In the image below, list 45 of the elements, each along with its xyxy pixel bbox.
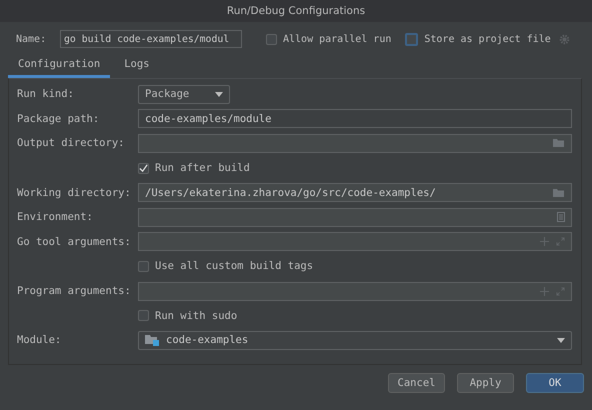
input-field[interactable] — [138, 232, 572, 252]
checkbox[interactable] — [266, 34, 277, 44]
input-field[interactable] — [138, 134, 572, 153]
checkbox[interactable] — [138, 310, 149, 322]
folder-icon[interactable] — [553, 188, 565, 198]
module-dropdown[interactable]: code-examples — [138, 330, 572, 350]
settings-icon[interactable] — [558, 34, 570, 44]
field-label: Output directory: — [17, 137, 126, 150]
field-label: Working directory: — [17, 186, 132, 199]
run-kind-dropdown[interactable]: Package — [138, 84, 230, 104]
document-icon[interactable] — [557, 212, 565, 222]
expand-icon[interactable] — [556, 237, 565, 246]
field-label: Go tool arguments: — [17, 236, 132, 248]
checkbox[interactable] — [405, 32, 418, 46]
input-field[interactable] — [138, 282, 572, 301]
tab[interactable]: Logs — [114, 55, 160, 78]
checkbox-label: Store as project file — [424, 34, 551, 44]
input-field[interactable]: code-examples/module — [138, 109, 572, 128]
folder-icon[interactable] — [553, 138, 565, 148]
field-label: Package path: — [17, 112, 100, 125]
field-label: Environment: — [17, 211, 94, 224]
dialog-button[interactable]: Cancel — [388, 373, 445, 393]
caret-icon — [557, 338, 565, 343]
checkbox[interactable] — [138, 260, 149, 272]
window-title: Run/Debug Configurations — [226, 5, 366, 17]
checkbox-label: Run with sudo — [155, 310, 238, 322]
plus-icon[interactable] — [540, 237, 549, 246]
dialog-button[interactable]: OK — [526, 373, 584, 393]
dialog-button[interactable]: Apply — [457, 373, 514, 393]
field-label: Run kind: — [17, 88, 75, 100]
checkbox[interactable] — [138, 162, 149, 174]
caret-icon — [215, 92, 223, 97]
name-field[interactable]: go build code-examples/modul — [60, 30, 242, 48]
expand-icon[interactable] — [556, 286, 565, 296]
plus-icon[interactable] — [540, 286, 549, 296]
checkbox-label: Allow parallel run — [283, 34, 392, 44]
checkbox-label: Use all custom build tags — [155, 260, 314, 272]
input-field[interactable] — [138, 208, 572, 227]
module-folder-icon — [145, 334, 159, 346]
tab[interactable]: Configuration — [8, 55, 110, 78]
checkbox-label: Run after build — [155, 162, 250, 174]
field-label: Program arguments: — [17, 285, 132, 298]
field-label: Module: — [17, 334, 62, 346]
input-field[interactable]: /Users/ekaterina.zharova/go/src/code-examples/ — [138, 183, 572, 202]
field-label: Name: — [16, 34, 48, 44]
